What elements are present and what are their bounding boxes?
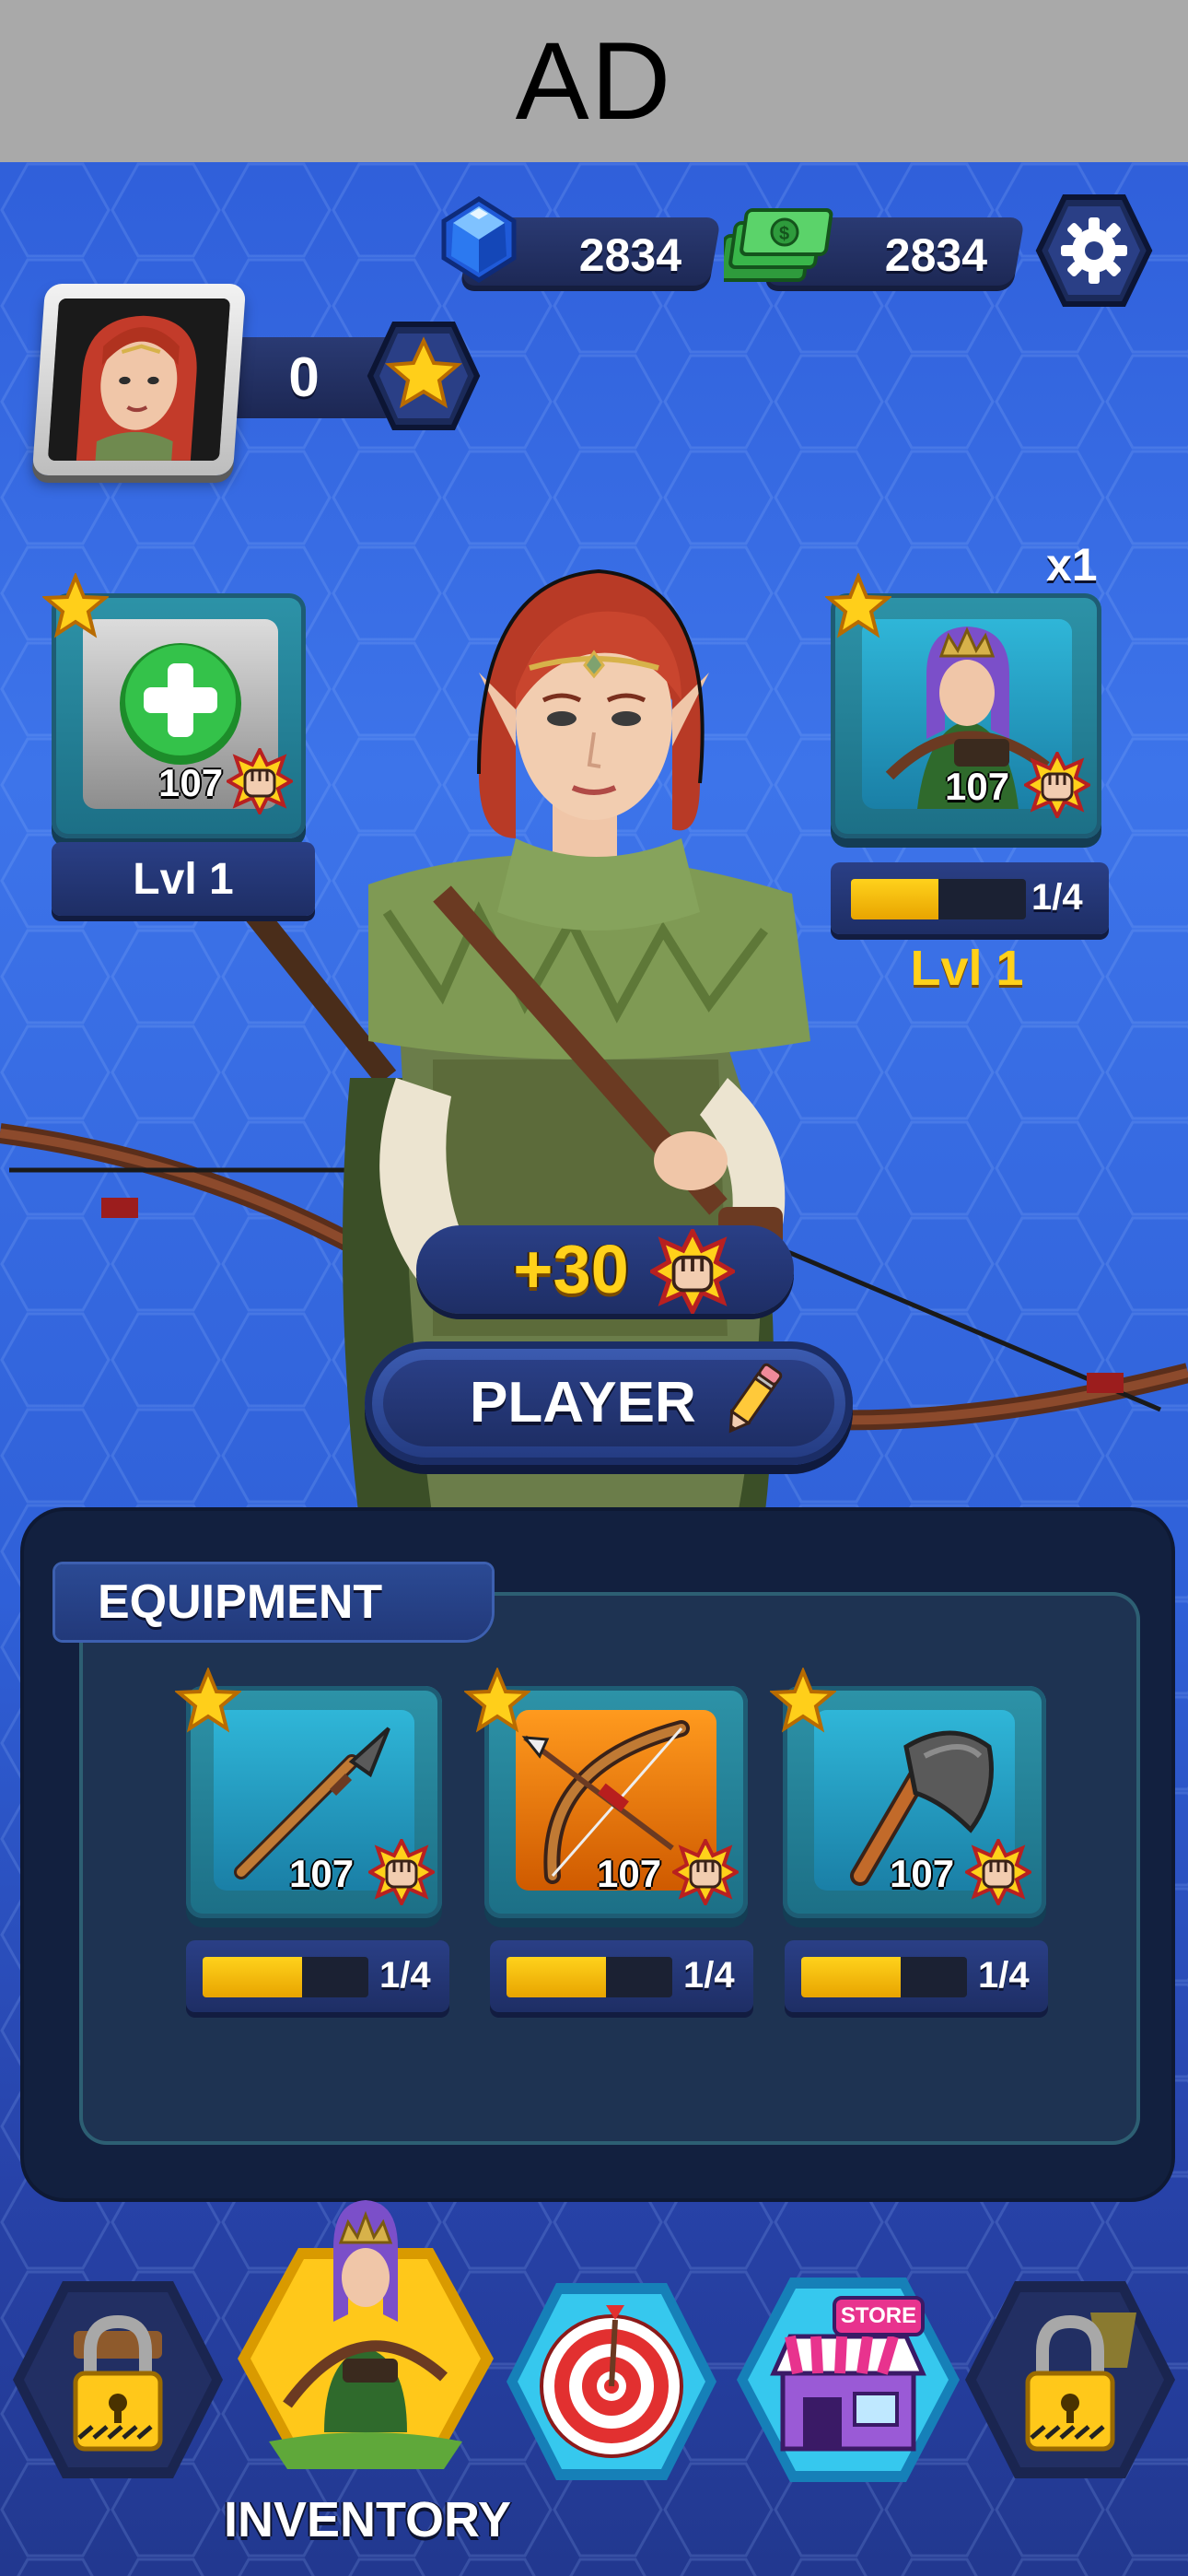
game-screen: AD 2834 2834 $ 0 107 Lvl 1 x1 107 1/4 Lv… [0, 0, 1188, 2576]
progress-bar [851, 879, 1026, 919]
item-star-icon [175, 1668, 241, 1733]
progress-bar [507, 1957, 672, 1997]
fist-power-icon [650, 1229, 735, 1314]
slot-power-value: 107 [158, 761, 224, 804]
equipment-title: EQUIPMENT [98, 1575, 383, 1629]
fist-power-icon [1024, 752, 1090, 818]
slot-star-icon [825, 573, 891, 638]
nav-inventory[interactable] [232, 2193, 499, 2488]
pencil-edit-icon[interactable] [715, 1358, 788, 1441]
gem-icon [441, 196, 517, 283]
cash-value: 2834 [884, 229, 987, 281]
svg-text:$: $ [779, 224, 789, 244]
star-badge-icon[interactable] [365, 317, 483, 435]
nav-locked-right[interactable] [961, 2276, 1179, 2484]
settings-button[interactable] [1035, 192, 1153, 310]
progress-fill [507, 1957, 606, 1997]
cash-icon: $ [724, 208, 833, 282]
progress-fill [801, 1957, 901, 1997]
ad-label: AD [515, 19, 673, 143]
item-progress: 1/4 [186, 1940, 449, 2012]
progress-label: 1/4 [683, 1955, 735, 1996]
slot-power-value: 107 [945, 765, 1010, 808]
nav-locked-left[interactable] [9, 2276, 227, 2484]
item-progress: 1/4 [490, 1940, 753, 2012]
item-power-value: 107 [597, 1852, 662, 1895]
item-power-value: 107 [289, 1852, 355, 1895]
progress-bar [203, 1957, 368, 1997]
companion-count: x1 [1046, 539, 1098, 591]
fist-power-icon [368, 1839, 435, 1905]
item-star-icon [770, 1668, 836, 1733]
right-slot-progress: 1/4 [831, 862, 1109, 934]
avatar-portrait [47, 299, 231, 461]
gems-value: 2834 [578, 229, 681, 281]
item-power-value: 107 [890, 1852, 955, 1895]
nav-target[interactable] [503, 2277, 720, 2486]
ad-banner[interactable]: AD [0, 0, 1188, 162]
item-progress: 1/4 [785, 1940, 1048, 2012]
slot-star-icon [42, 573, 109, 638]
fist-power-icon [672, 1839, 739, 1905]
nav-inventory-label: INVENTORY [223, 2492, 512, 2547]
power-bonus-value: +30 [513, 1231, 629, 1307]
player-name-label: PLAYER [470, 1371, 696, 1434]
progress-label: 1/4 [379, 1955, 431, 1996]
fist-power-icon [965, 1839, 1031, 1905]
lock-icon [73, 2314, 163, 2452]
progress-bar [801, 1957, 967, 1997]
right-slot-level: Lvl 1 [910, 941, 1024, 996]
store-badge-label: STORE [840, 2303, 917, 2328]
left-slot-level: Lvl 1 [52, 842, 315, 916]
item-star-icon [464, 1668, 530, 1733]
progress-label: 1/4 [978, 1955, 1030, 1996]
player-avatar[interactable] [31, 284, 247, 475]
score-value: 0 [288, 346, 320, 408]
progress-label: 1/4 [1031, 877, 1083, 918]
fist-power-icon [227, 748, 293, 814]
progress-fill [851, 879, 938, 919]
progress-fill [203, 1957, 302, 1997]
